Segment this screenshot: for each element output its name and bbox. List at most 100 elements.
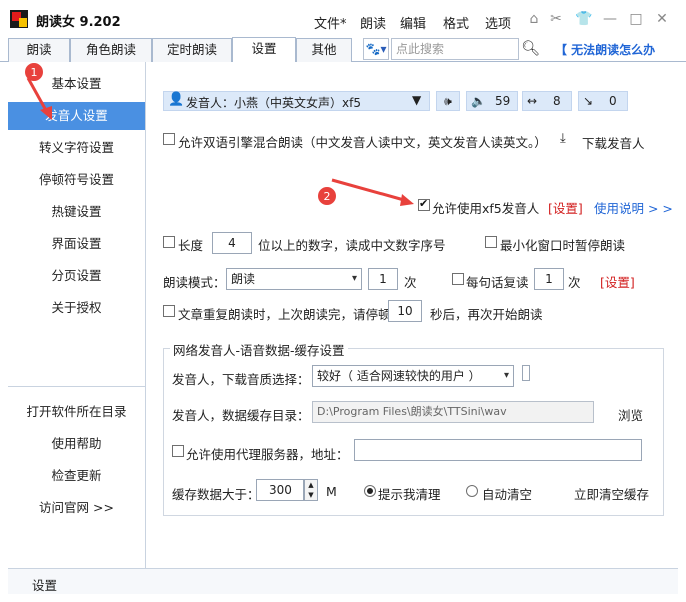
dual-engine-checkbox[interactable]: [163, 133, 175, 145]
pause-seconds-input[interactable]: 10: [388, 300, 422, 322]
chevron-down-icon: ▼: [412, 93, 422, 107]
repeat-unit: 次: [568, 275, 581, 290]
quality-value: 较好（ 适合网速较快的用户 ）: [317, 369, 481, 383]
tools-icon[interactable]: ✂: [548, 11, 564, 27]
tab-read[interactable]: 朗读: [8, 38, 70, 62]
repeat-sentence-checkbox[interactable]: [452, 273, 464, 285]
speaker-select[interactable]: 👤 发音人：小燕（中英文女声）xf5 ▼: [163, 91, 430, 111]
quality-label: 发音人，下载音质选择：: [172, 372, 310, 387]
search-input[interactable]: 点此搜索: [391, 38, 519, 60]
cache-dir-label: 发音人，数据缓存目录：: [172, 408, 310, 423]
cache-size-label: 缓存数据大于：: [172, 487, 260, 502]
minimize-icon[interactable]: —: [602, 11, 618, 27]
annotation-arrow-1: [26, 77, 52, 120]
check-update-link[interactable]: 检查更新: [8, 462, 145, 490]
visit-website-link[interactable]: 访问官网 >>: [8, 494, 145, 522]
cache-size-spinner[interactable]: ▲ ▼: [304, 479, 318, 501]
help-link[interactable]: 【 无法朗读怎么办: [555, 41, 655, 58]
tab-role-read[interactable]: 角色朗读: [70, 38, 152, 62]
length-suffix: 位以上的数字，读成中文数字序号: [258, 238, 446, 253]
status-bar: 设置: [8, 568, 678, 594]
read-mode-value: 朗读: [231, 272, 256, 286]
remind-clear-radio[interactable]: [364, 485, 376, 497]
annotation-arrow-2: [331, 178, 414, 206]
sidebar-item-hotkeys[interactable]: 热键设置: [8, 198, 145, 226]
pause-seconds-suffix: 秒后，再次开始朗读: [430, 307, 543, 322]
read-times-input[interactable]: 1: [368, 268, 398, 290]
speed-value: 59: [495, 94, 511, 108]
allow-xf5-label: 允许使用xf5发音人: [432, 201, 540, 216]
menu-edit[interactable]: 编辑: [400, 13, 426, 32]
tab-other[interactable]: 其他: [296, 38, 352, 62]
tab-settings[interactable]: 设置: [232, 37, 296, 62]
sidebar-item-pause-symbols[interactable]: 停顿符号设置: [8, 166, 145, 194]
menu-format[interactable]: 格式: [443, 13, 469, 32]
article-repeat-checkbox[interactable]: [163, 305, 175, 317]
allow-xf5-checkbox[interactable]: [418, 197, 430, 211]
repeat-sentence-label: 每句话复读: [466, 275, 529, 290]
xf5-help-link[interactable]: 使用说明 > >: [594, 198, 673, 217]
download-speaker-link[interactable]: 下载发音人: [582, 133, 645, 152]
width-value: 8: [553, 94, 561, 108]
home-icon[interactable]: ⌂: [526, 11, 542, 27]
read-mode-select[interactable]: 朗读 ▾: [226, 268, 362, 290]
article-repeat-label: 文章重复朗读时，上次朗读完，请停顿: [178, 307, 391, 322]
sidebar-item-interface[interactable]: 界面设置: [8, 230, 145, 258]
minimize-pause-label: 最小化窗口时暂停朗读: [500, 238, 626, 253]
network-group-title: 网络发音人-语音数据-缓存设置: [170, 340, 348, 359]
chevron-down-icon: ▾: [351, 273, 357, 284]
minimize-pause-checkbox[interactable]: [485, 236, 497, 248]
skin-icon[interactable]: 👕: [575, 11, 592, 27]
sidebar: 基本设置 发音人设置 转义字符设置 停顿符号设置 热键设置 界面设置 分页设置 …: [8, 62, 146, 568]
browse-button[interactable]: 浏览: [618, 405, 643, 424]
width-icon: ↔: [527, 94, 538, 108]
pitch-control[interactable]: ↘ 0: [578, 91, 628, 111]
sidebar-divider: [8, 386, 145, 387]
sidebar-item-escape-chars[interactable]: 转义字符设置: [8, 134, 145, 162]
tab-timed-read[interactable]: 定时朗读: [152, 38, 232, 62]
person-icon: 👤: [168, 92, 185, 107]
pitch-value: 0: [609, 94, 617, 108]
cache-dir-field[interactable]: D:\Program Files\朗读女\TTSini\wav: [312, 401, 594, 423]
auto-clear-label: 自动清空: [482, 487, 533, 502]
search-icon[interactable]: 🔍︎: [521, 39, 540, 57]
length-input[interactable]: 4: [212, 232, 252, 254]
dual-engine-label: 允许双语引擎混合朗读（中文发音人读中文，英文发音人读英文。）: [178, 135, 547, 150]
open-install-dir-link[interactable]: 打开软件所在目录: [8, 398, 145, 426]
remind-clear-label: 提示我清理: [378, 487, 441, 502]
proxy-label: 允许使用代理服务器，地址：: [186, 447, 349, 462]
download-icon[interactable]: ⤓: [560, 131, 566, 146]
close-icon[interactable]: ✕: [654, 11, 670, 27]
speaker-volume-icon: 🔈: [471, 94, 486, 108]
read-times-unit: 次: [404, 275, 417, 290]
maximize-icon[interactable]: □: [628, 11, 644, 27]
sidebar-item-paging[interactable]: 分页设置: [8, 262, 145, 290]
menu-file[interactable]: 文件*: [314, 13, 347, 32]
length-checkbox[interactable]: [163, 236, 175, 248]
menu-options[interactable]: 选项: [485, 13, 511, 32]
app-logo: [10, 10, 28, 28]
sidebar-item-license[interactable]: 关于授权: [8, 294, 145, 322]
quality-select[interactable]: 较好（ 适合网速较快的用户 ） ▾: [312, 365, 514, 387]
auto-clear-radio[interactable]: [466, 485, 478, 497]
help-usage-link[interactable]: 使用帮助: [8, 430, 145, 458]
menu-read[interactable]: 朗读: [360, 13, 386, 32]
voice-mode-button[interactable]: 🕪: [436, 91, 460, 111]
cache-unit: M: [326, 484, 337, 499]
chevron-down-icon: ▾: [503, 370, 509, 381]
clear-now-button[interactable]: 立即清空缓存: [574, 484, 649, 503]
search-engine-icon[interactable]: 🐾▾: [363, 38, 389, 60]
cache-size-input[interactable]: 300: [256, 479, 304, 501]
read-mode-label: 朗读模式：: [163, 275, 226, 290]
width-control[interactable]: ↔ 8: [522, 91, 572, 111]
voice-mode-icon: 🕪: [444, 94, 452, 108]
pitch-icon: ↘: [583, 94, 594, 108]
proxy-address-input[interactable]: [354, 439, 642, 461]
status-text: 设置: [32, 578, 58, 593]
proxy-checkbox[interactable]: [172, 445, 184, 457]
repeat-settings-link[interactable]: [设置]: [600, 272, 635, 291]
repeat-count-input[interactable]: 1: [534, 268, 564, 290]
speed-control[interactable]: 🔈 59: [466, 91, 518, 111]
xf5-settings-link[interactable]: [设置]: [548, 198, 583, 217]
quality-indicator: [522, 365, 530, 381]
